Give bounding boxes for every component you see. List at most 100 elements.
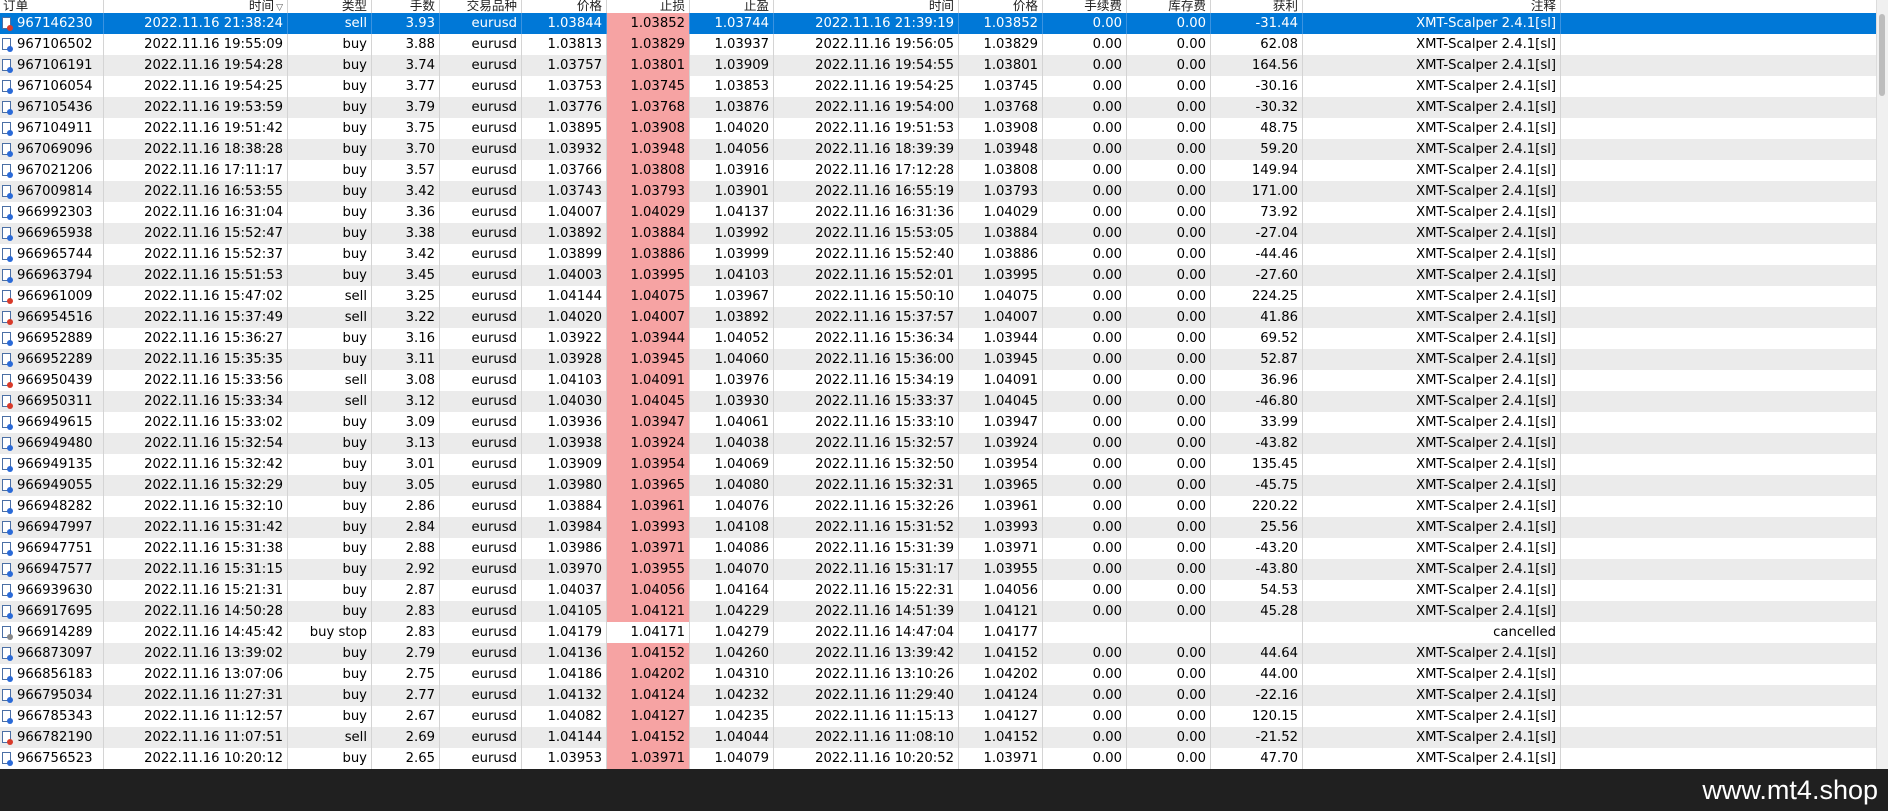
- cell-text: XMT-Scalper 2.4.1[sl]: [1416, 646, 1556, 661]
- cell-text: eurusd: [471, 499, 518, 514]
- table-row[interactable]: 966992303 2022.11.16 16:31:04 buy 3.36 eurus…: [0, 202, 1877, 223]
- cell-text: eurusd: [471, 730, 518, 745]
- cell-commission: 0.00: [1043, 265, 1127, 286]
- cell-stop-loss: 1.03948: [607, 139, 690, 160]
- cell-text: 2022.11.16 15:32:26: [815, 499, 954, 514]
- table-row[interactable]: 966954516 2022.11.16 15:37:49 sell 3.22 euru…: [0, 307, 1877, 328]
- cell-text: 2022.11.16 15:51:53: [144, 268, 283, 283]
- header-col-open-price[interactable]: 价格: [522, 0, 607, 14]
- table-row[interactable]: 966961009 2022.11.16 15:47:02 sell 3.25 euru…: [0, 286, 1877, 307]
- table-row[interactable]: 966795034 2022.11.16 11:27:31 buy 2.77 eurus…: [0, 685, 1877, 706]
- table-row[interactable]: 967069096 2022.11.16 18:38:28 buy 3.70 eurus…: [0, 139, 1877, 160]
- header-col-close-price[interactable]: 价格: [959, 0, 1043, 14]
- cell-order: 967104911: [0, 118, 104, 139]
- table-row[interactable]: 967105436 2022.11.16 19:53:59 buy 3.79 eurus…: [0, 97, 1877, 118]
- cell-stop-loss: 1.03793: [607, 181, 690, 202]
- table-row[interactable]: 966950311 2022.11.16 15:33:34 sell 3.12 euru…: [0, 391, 1877, 412]
- cell-take-profit: 1.04079: [690, 748, 774, 769]
- table-row[interactable]: 966950439 2022.11.16 15:33:56 sell 3.08 euru…: [0, 370, 1877, 391]
- cell-text: 1.04056: [714, 142, 769, 157]
- cell-text: eurusd: [471, 688, 518, 703]
- header-col-close-time[interactable]: 时间: [774, 0, 959, 14]
- cell-text: 966948282: [17, 499, 93, 514]
- header-col-type[interactable]: 类型: [288, 0, 372, 14]
- cell-close-price: 1.03924: [959, 433, 1043, 454]
- table-row[interactable]: 966939630 2022.11.16 15:21:31 buy 2.87 eurus…: [0, 580, 1877, 601]
- table-row[interactable]: 967106502 2022.11.16 19:55:09 buy 3.88 eurus…: [0, 34, 1877, 55]
- table-row[interactable]: 967146230 2022.11.16 21:38:24 sell 3.93 euru…: [0, 13, 1877, 34]
- cell-text: 1.03965: [983, 478, 1038, 493]
- table-row[interactable]: 966785343 2022.11.16 11:12:57 buy 2.67 eurus…: [0, 706, 1877, 727]
- header-col-stop-loss[interactable]: 止损: [607, 0, 690, 14]
- cell-text: 1.03829: [983, 37, 1038, 52]
- table-row[interactable]: 967021206 2022.11.16 17:11:17 buy 3.57 eurus…: [0, 160, 1877, 181]
- header-col-order[interactable]: 订单: [0, 0, 104, 14]
- cell-swap: 0.00: [1127, 391, 1211, 412]
- table-row[interactable]: 966914289 2022.11.16 14:45:42 buy stop 2.83…: [0, 622, 1877, 643]
- cell-text: 1.04179: [547, 625, 602, 640]
- cell-text: 0.00: [1092, 226, 1122, 241]
- cell-text: 2022.11.16 15:52:01: [815, 268, 954, 283]
- cell-text: 1.04310: [714, 667, 769, 682]
- cell-text: 0.00: [1092, 646, 1122, 661]
- cell-open-time: 2022.11.16 19:55:09: [104, 34, 288, 55]
- table-row[interactable]: 966948282 2022.11.16 15:32:10 buy 2.86 eurus…: [0, 496, 1877, 517]
- table-row[interactable]: 966756523 2022.11.16 10:20:12 buy 2.65 eurus…: [0, 748, 1877, 769]
- table-row[interactable]: 966963794 2022.11.16 15:51:53 buy 3.45 eurus…: [0, 265, 1877, 286]
- table-row[interactable]: 966949055 2022.11.16 15:32:29 buy 3.05 eurus…: [0, 475, 1877, 496]
- header-col-comment[interactable]: 注释: [1303, 0, 1561, 14]
- table-row[interactable]: 966949615 2022.11.16 15:33:02 buy 3.09 eurus…: [0, 412, 1877, 433]
- header-label: 时间: [248, 0, 275, 13]
- order-document-icon: [2, 731, 13, 745]
- cell-comment: XMT-Scalper 2.4.1[sl]: [1303, 538, 1561, 559]
- cell-text: XMT-Scalper 2.4.1[sl]: [1416, 499, 1556, 514]
- cell-commission: 0.00: [1043, 139, 1127, 160]
- table-row[interactable]: 966782190 2022.11.16 11:07:51 sell 2.69 euru…: [0, 727, 1877, 748]
- header-col-symbol[interactable]: 交易品种: [440, 0, 522, 14]
- table-row[interactable]: 967106054 2022.11.16 19:54:25 buy 3.77 eurus…: [0, 76, 1877, 97]
- header-col-commission[interactable]: 手续费: [1043, 0, 1127, 14]
- table-row[interactable]: 966917695 2022.11.16 14:50:28 buy 2.83 eurus…: [0, 601, 1877, 622]
- cell-text: 967106191: [17, 58, 93, 73]
- cell-text: buy: [342, 646, 367, 661]
- table-row[interactable]: 967104911 2022.11.16 19:51:42 buy 3.75 eurus…: [0, 118, 1877, 139]
- scrollbar-thumb[interactable]: [1879, 14, 1885, 96]
- header-col-lots[interactable]: 手数: [372, 0, 440, 14]
- cell-type: buy: [288, 328, 372, 349]
- table-row[interactable]: 966965938 2022.11.16 15:52:47 buy 3.38 eurus…: [0, 223, 1877, 244]
- cell-text: 0.00: [1092, 310, 1122, 325]
- vertical-scrollbar[interactable]: [1876, 0, 1888, 769]
- cell-type: buy: [288, 118, 372, 139]
- table-row[interactable]: 966873097 2022.11.16 13:39:02 buy 2.79 eurus…: [0, 643, 1877, 664]
- cell-commission: 0.00: [1043, 664, 1127, 685]
- header-col-open-time[interactable]: 时间 ▽: [104, 0, 288, 14]
- cell-swap: 0.00: [1127, 454, 1211, 475]
- table-row[interactable]: 967009814 2022.11.16 16:53:55 buy 3.42 eurus…: [0, 181, 1877, 202]
- table-row[interactable]: 966965744 2022.11.16 15:52:37 buy 3.42 eurus…: [0, 244, 1877, 265]
- table-row[interactable]: 967106191 2022.11.16 19:54:28 buy 3.74 eurus…: [0, 55, 1877, 76]
- table-row[interactable]: 966952889 2022.11.16 15:36:27 buy 3.16 eurus…: [0, 328, 1877, 349]
- table-row[interactable]: 966947997 2022.11.16 15:31:42 buy 2.84 eurus…: [0, 517, 1877, 538]
- cell-text: buy: [342, 457, 367, 472]
- table-row[interactable]: 966949135 2022.11.16 15:32:42 buy 3.01 eurus…: [0, 454, 1877, 475]
- cell-text: 2022.11.16 15:50:10: [815, 289, 954, 304]
- cell-swap: 0.00: [1127, 517, 1211, 538]
- cell-text: 2022.11.16 19:54:00: [815, 100, 954, 115]
- table-row[interactable]: 966947577 2022.11.16 15:31:15 buy 2.92 eurus…: [0, 559, 1877, 580]
- header-col-take-profit[interactable]: 止盈: [690, 0, 774, 14]
- table-row[interactable]: 966952289 2022.11.16 15:35:35 buy 3.11 eurus…: [0, 349, 1877, 370]
- cell-text: 966947997: [17, 520, 93, 535]
- cell-profit: 36.96: [1211, 370, 1303, 391]
- header-col-profit[interactable]: 获利: [1211, 0, 1303, 14]
- cell-type: buy: [288, 685, 372, 706]
- table-row[interactable]: 966947751 2022.11.16 15:31:38 buy 2.88 eurus…: [0, 538, 1877, 559]
- cell-text: 1.03895: [547, 121, 602, 136]
- cell-text: 1.04056: [983, 583, 1038, 598]
- table-row[interactable]: 966856183 2022.11.16 13:07:06 buy 2.75 eurus…: [0, 664, 1877, 685]
- cell-type: sell: [288, 727, 372, 748]
- table-row[interactable]: 966949480 2022.11.16 15:32:54 buy 3.13 eurus…: [0, 433, 1877, 454]
- cell-type: buy: [288, 706, 372, 727]
- cell-close-time: 2022.11.16 16:31:36: [774, 202, 959, 223]
- cell-stop-loss: 1.03947: [607, 412, 690, 433]
- header-col-swap[interactable]: 库存费: [1127, 0, 1211, 14]
